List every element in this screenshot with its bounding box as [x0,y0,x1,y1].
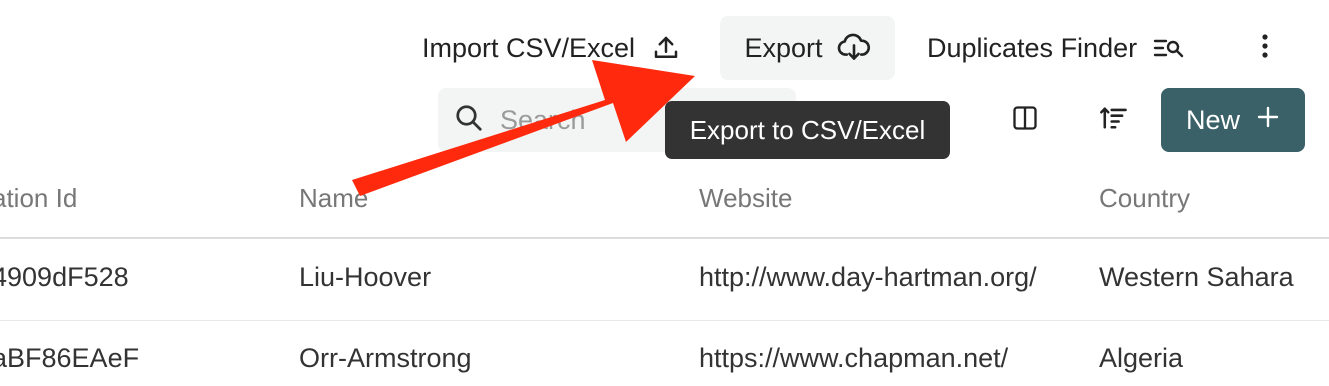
row-divider [0,320,1329,321]
export-tooltip: Export to CSV/Excel [665,101,950,159]
duplicates-label: Duplicates Finder [927,32,1138,63]
import-label: Import CSV/Excel [422,32,636,63]
header-divider [0,237,1329,239]
search-icon [454,103,484,138]
table-cell-name: Orr-Armstrong [299,343,472,373]
duplicates-search-icon [1153,36,1185,60]
new-button[interactable]: New [1161,88,1305,152]
tooltip-text: Export to CSV/Excel [689,114,926,145]
import-csv-excel-button[interactable]: Import CSV/Excel [422,16,681,80]
table-cell-website: https://www.chapman.net/ [699,343,1009,373]
export-button[interactable]: Export [720,16,895,80]
column-header-name[interactable]: Name [299,183,368,214]
cloud-download-icon [837,33,871,63]
table-cell-organization-id: 4909dF528 [0,262,129,292]
new-label: New [1185,104,1240,135]
upload-icon [651,33,681,63]
sort-icon [1099,104,1129,137]
more-options-button[interactable] [1248,30,1282,66]
columns-icon [1011,104,1039,137]
column-header-website[interactable]: Website [699,183,792,214]
duplicates-finder-button[interactable]: Duplicates Finder [927,16,1185,80]
table-cell-country: Western Sahara [1099,262,1294,292]
sort-button[interactable] [1092,98,1136,142]
column-header-country[interactable]: Country [1099,183,1190,214]
table-cell-organization-id: aBF86EAeF [0,343,140,373]
columns-button[interactable] [1003,98,1047,142]
export-label: Export [744,32,823,63]
table-cell-website: http://www.day-hartman.org/ [699,262,1037,292]
more-vertical-icon [1261,33,1269,64]
table-cell-country: Algeria [1099,343,1184,373]
column-header-organization-id[interactable]: ation Id [0,183,77,214]
table-cell-name: Liu-Hoover [299,262,432,292]
plus-icon [1256,105,1280,136]
